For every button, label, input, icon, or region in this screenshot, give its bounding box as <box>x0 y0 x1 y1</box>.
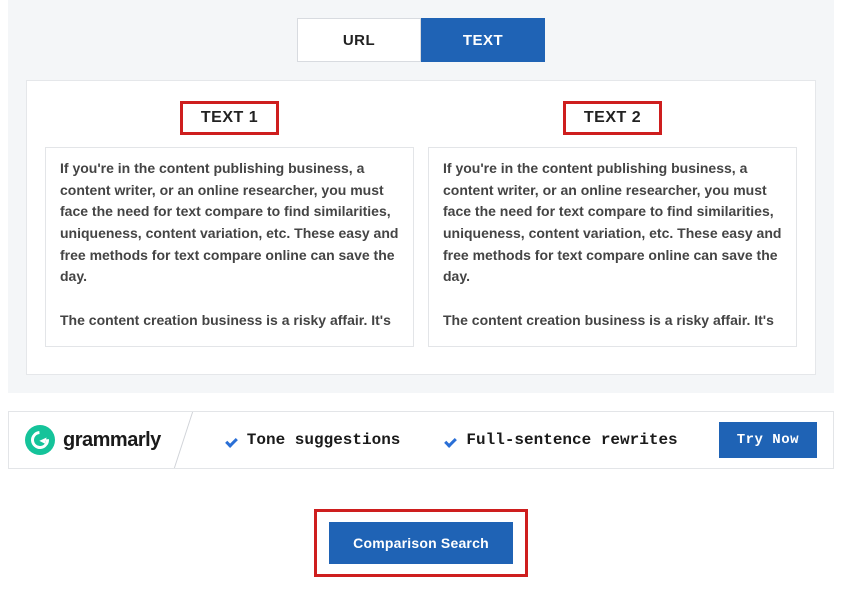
grammarly-logo: grammarly <box>25 425 161 455</box>
divider-slash <box>174 412 212 468</box>
compare-tool-panel: URL TEXT TEXT 1 TEXT 2 <box>8 0 834 393</box>
feature-tone: Tone suggestions <box>227 431 401 449</box>
tab-url[interactable]: URL <box>297 18 421 62</box>
feature-tone-label: Tone suggestions <box>247 431 401 449</box>
check-icon <box>227 434 241 446</box>
text-column-1: TEXT 1 <box>45 101 414 352</box>
comparison-search-button[interactable]: Comparison Search <box>329 522 513 564</box>
try-now-button[interactable]: Try Now <box>719 422 817 458</box>
text-column-2: TEXT 2 <box>428 101 797 352</box>
text2-input[interactable] <box>428 147 797 347</box>
text-editor-panel: TEXT 1 TEXT 2 <box>26 80 816 375</box>
grammarly-ad-banner: grammarly Tone suggestions Full-sentence… <box>8 411 834 469</box>
feature-rewrites-label: Full-sentence rewrites <box>466 431 677 449</box>
text2-header: TEXT 2 <box>563 101 662 135</box>
grammarly-brand-text: grammarly <box>63 429 161 452</box>
input-mode-tabs: URL TEXT <box>26 18 816 62</box>
text1-wrap <box>45 147 414 352</box>
text1-input[interactable] <box>45 147 414 347</box>
tab-text[interactable]: TEXT <box>421 18 545 62</box>
feature-rewrites: Full-sentence rewrites <box>446 431 677 449</box>
check-icon <box>446 434 460 446</box>
grammarly-icon <box>25 425 55 455</box>
text2-wrap <box>428 147 797 352</box>
action-row: Comparison Search <box>0 509 842 577</box>
text1-header: TEXT 1 <box>180 101 279 135</box>
comparison-highlight: Comparison Search <box>314 509 528 577</box>
